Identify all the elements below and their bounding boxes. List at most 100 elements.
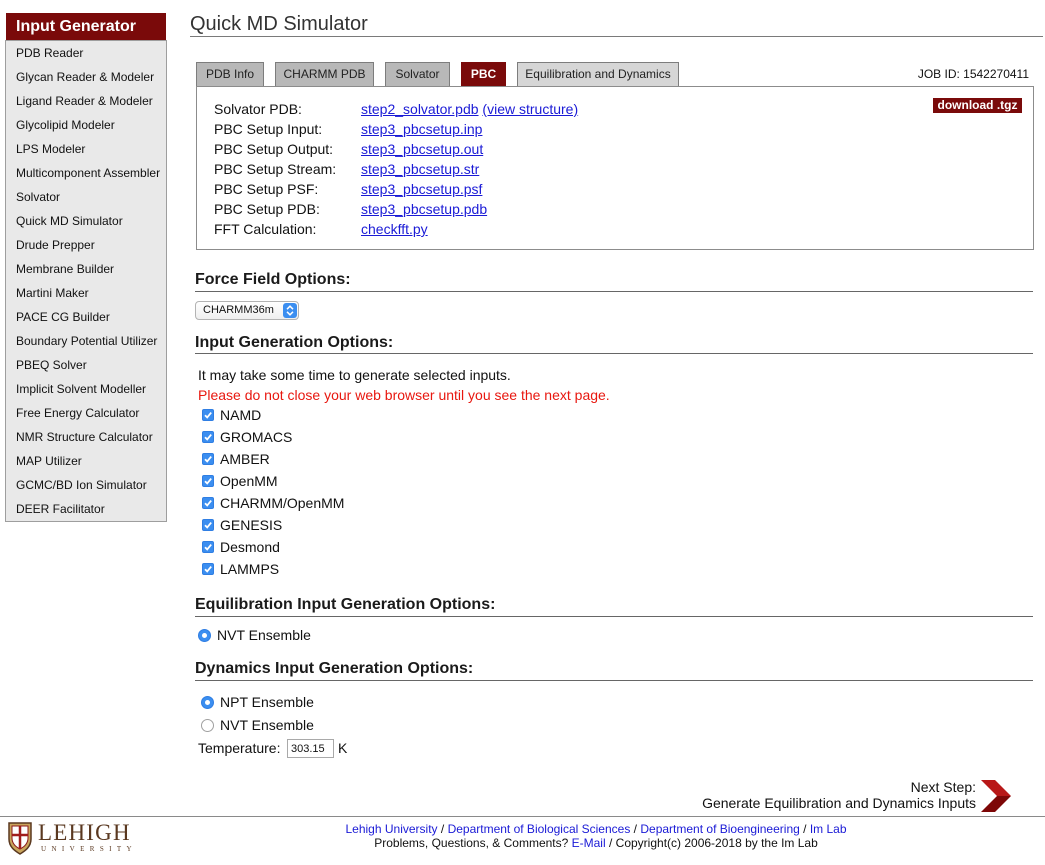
file-link[interactable]: step3_pbcsetup.psf (361, 179, 482, 199)
desmond-checkbox[interactable] (202, 541, 214, 553)
sidebar-item-martini-maker[interactable]: Martini Maker (6, 281, 166, 305)
view-structure-link[interactable]: (view structure) (482, 101, 578, 117)
sidebar-item-glycan-reader-modeler[interactable]: Glycan Reader & Modeler (6, 65, 166, 89)
tab-equilibration-dynamics[interactable]: Equilibration and Dynamics (517, 62, 679, 86)
dynamics-nvt-radio[interactable] (201, 719, 214, 732)
option-label: CHARMM/OpenMM (220, 495, 345, 511)
footer-link-bioengineering[interactable]: Department of Bioengineering (640, 822, 799, 836)
file-link[interactable]: step3_pbcsetup.out (361, 139, 483, 159)
file-row: PBC Setup PSF: step3_pbcsetup.psf (214, 179, 714, 199)
option-amber: AMBER (200, 449, 420, 469)
section-divider (195, 680, 1033, 681)
sidebar-item-lps-modeler[interactable]: LPS Modeler (6, 137, 166, 161)
sidebar-item-nmr-structure-calculator[interactable]: NMR Structure Calculator (6, 425, 166, 449)
option-desmond: Desmond (200, 537, 420, 557)
temperature-label: Temperature: (198, 740, 281, 756)
file-link[interactable]: step2_solvator.pdb (361, 101, 479, 117)
option-label: LAMMPS (220, 561, 280, 577)
sidebar-item-drude-prepper[interactable]: Drude Prepper (6, 233, 166, 257)
tab-charmm-pdb[interactable]: CHARMM PDB (275, 62, 374, 86)
sidebar-header: Input Generator (6, 13, 166, 40)
select-chevron-icon (283, 303, 297, 318)
charmm-openmm-checkbox[interactable] (202, 497, 214, 509)
sidebar-item-implicit-solvent-modeller[interactable]: Implicit Solvent Modeller (6, 377, 166, 401)
sidebar-item-pbeq-solver[interactable]: PBEQ Solver (6, 353, 166, 377)
lehigh-logo[interactable]: LEHIGH UNIVERSITY (8, 820, 143, 858)
file-label: PBC Setup PSF: (214, 181, 319, 197)
footer-divider (0, 816, 1045, 817)
file-label: Solvator PDB: (214, 101, 302, 117)
tab-pdb-info[interactable]: PDB Info (196, 62, 264, 86)
footer-email-link[interactable]: E-Mail (572, 836, 606, 850)
genesis-checkbox[interactable] (202, 519, 214, 531)
option-label: Desmond (220, 539, 280, 555)
force-field-heading: Force Field Options: (195, 271, 351, 288)
option-label: NVT Ensemble (217, 627, 311, 643)
sidebar-item-quick-md-simulator[interactable]: Quick MD Simulator (6, 209, 166, 233)
sidebar-item-free-energy-calculator[interactable]: Free Energy Calculator (6, 401, 166, 425)
amber-checkbox[interactable] (202, 453, 214, 465)
openmm-checkbox[interactable] (202, 475, 214, 487)
equilibration-nvt-radio[interactable] (198, 629, 211, 642)
option-label: AMBER (220, 451, 270, 467)
temperature-input[interactable] (287, 739, 334, 758)
sidebar-item-pace-cg-builder[interactable]: PACE CG Builder (6, 305, 166, 329)
lehigh-shield-icon (8, 822, 32, 855)
next-arrow-icon[interactable] (981, 780, 1012, 812)
footer-link-im-lab[interactable]: Im Lab (810, 822, 847, 836)
section-divider (195, 291, 1033, 292)
footer-link-biological-sciences[interactable]: Department of Biological Sciences (448, 822, 631, 836)
page-title: Quick MD Simulator (190, 13, 368, 35)
dynamics-heading: Dynamics Input Generation Options: (195, 660, 474, 677)
footer-separator: / (803, 822, 807, 836)
sidebar-item-membrane-builder[interactable]: Membrane Builder (6, 257, 166, 281)
file-row: PBC Setup Stream: step3_pbcsetup.str (214, 159, 714, 179)
footer-separator: / (440, 822, 445, 836)
checkmark-icon (204, 412, 212, 419)
force-field-select-value: CHARMM36m (203, 304, 274, 316)
file-row: PBC Setup Output: step3_pbcsetup.out (214, 139, 714, 159)
file-link[interactable]: step3_pbcsetup.str (361, 159, 479, 179)
file-row: Solvator PDB: step2_solvator.pdb (view s… (214, 99, 714, 119)
sidebar-item-multicomponent-assembler[interactable]: Multicomponent Assembler (6, 161, 166, 185)
option-openmm: OpenMM (200, 471, 420, 491)
next-step-action[interactable]: Generate Equilibration and Dynamics Inpu… (702, 795, 976, 811)
file-label: FFT Calculation: (214, 221, 317, 237)
dynamics-option-nvt: NVT Ensemble (200, 715, 420, 735)
footer-copyright: / Copyright(c) 2006-2018 by the Im Lab (609, 836, 818, 850)
file-link[interactable]: step3_pbcsetup.inp (361, 119, 482, 139)
sidebar-item-deer-facilitator[interactable]: DEER Facilitator (6, 497, 166, 521)
option-label: GROMACS (220, 429, 293, 445)
sidebar-item-solvator[interactable]: Solvator (6, 185, 166, 209)
file-row: PBC Setup Input: step3_pbcsetup.inp (214, 119, 714, 139)
tab-solvator[interactable]: Solvator (385, 62, 450, 86)
tab-pbc[interactable]: PBC (461, 62, 506, 86)
input-generation-heading: Input Generation Options: (195, 334, 394, 351)
file-label: PBC Setup PDB: (214, 201, 320, 217)
sidebar-item-gcmc-bd-ion-simulator[interactable]: GCMC/BD Ion Simulator (6, 473, 166, 497)
browser-warning: Please do not close your web browser unt… (198, 387, 610, 403)
lammps-checkbox[interactable] (202, 563, 214, 575)
footer-line-links: Lehigh University / Department of Biolog… (190, 822, 1002, 836)
option-label: GENESIS (220, 517, 283, 533)
gromacs-checkbox[interactable] (202, 431, 214, 443)
file-link[interactable]: checkfft.py (361, 219, 428, 239)
force-field-select[interactable]: CHARMM36m (195, 301, 299, 320)
sidebar-item-boundary-potential-utilizer[interactable]: Boundary Potential Utilizer (6, 329, 166, 353)
title-divider (190, 36, 1043, 37)
next-step-label[interactable]: Next Step: (911, 779, 976, 795)
file-link[interactable]: step3_pbcsetup.pdb (361, 199, 487, 219)
sidebar-item-ligand-reader-modeler[interactable]: Ligand Reader & Modeler (6, 89, 166, 113)
option-label: NAMD (220, 407, 262, 423)
dynamics-option-npt: NPT Ensemble (200, 692, 420, 712)
sidebar-item-map-utilizer[interactable]: MAP Utilizer (6, 449, 166, 473)
checkmark-icon (204, 544, 212, 551)
output-files-panel: Solvator PDB: step2_solvator.pdb (view s… (196, 86, 1034, 250)
sidebar-item-pdb-reader[interactable]: PDB Reader (6, 41, 166, 65)
option-label: OpenMM (220, 473, 278, 489)
namd-checkbox[interactable] (202, 409, 214, 421)
download-tgz-button[interactable]: download .tgz (933, 98, 1022, 113)
footer-link-lehigh-university[interactable]: Lehigh University (345, 822, 437, 836)
sidebar-item-glycolipid-modeler[interactable]: Glycolipid Modeler (6, 113, 166, 137)
dynamics-npt-radio[interactable] (201, 696, 214, 709)
